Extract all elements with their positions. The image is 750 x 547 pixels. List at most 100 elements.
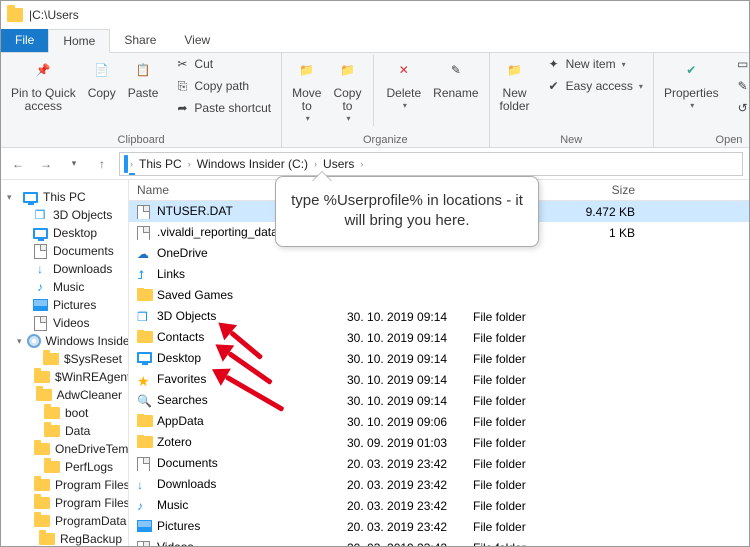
file-type: File folder <box>465 394 567 408</box>
history-button[interactable]: ↺History <box>731 99 750 119</box>
file-row[interactable]: Documents20. 03. 2019 23:42File folder <box>129 453 749 474</box>
file-row[interactable]: 🔍Searches30. 10. 2019 09:14File folder <box>129 390 749 411</box>
nav-item[interactable]: Videos <box>3 314 126 332</box>
copy-to-button[interactable]: 📁Copy to <box>329 55 365 126</box>
file-name: Desktop <box>157 351 201 365</box>
new-folder-button[interactable]: 📁New folder <box>496 55 534 115</box>
file-row[interactable]: Zotero30. 09. 2019 01:03File folder <box>129 432 749 453</box>
nav-item[interactable]: ♪Music <box>3 278 126 296</box>
nav-item[interactable]: Data <box>3 422 126 440</box>
file-icon <box>137 457 153 471</box>
back-button[interactable]: ← <box>7 153 29 175</box>
delete-button[interactable]: ✕Delete <box>382 55 425 126</box>
moveto-label: Move to <box>292 87 321 113</box>
nav-label: Program Files <box>55 496 129 510</box>
nav-item[interactable]: ProgramData <box>3 512 126 530</box>
download-icon: ↓ <box>137 478 153 492</box>
rename-button[interactable]: ✎Rename <box>429 55 482 126</box>
nav-item[interactable]: Documents <box>3 242 126 260</box>
drive-icon <box>124 157 128 171</box>
nav-item[interactable]: PerfLogs <box>3 458 126 476</box>
edit-button[interactable]: ✎Edit <box>731 77 750 97</box>
nav-item[interactable]: Pictures <box>3 296 126 314</box>
breadcrumb-box[interactable]: › This PC › Windows Insider (C:) › Users… <box>119 152 743 176</box>
col-size[interactable]: Size <box>567 183 643 197</box>
nav-item[interactable]: $WinREAgent <box>3 368 126 386</box>
tab-home[interactable]: Home <box>48 29 110 53</box>
link-icon: ⮥ <box>137 268 153 282</box>
nav-item[interactable]: Program Files <box>3 494 126 512</box>
recent-button[interactable]: ▾ <box>63 153 85 175</box>
file-name: Documents <box>157 456 218 470</box>
clipboard-group-label: Clipboard <box>7 134 275 146</box>
annotation-callout: type %Userprofile% in locations - it wil… <box>275 176 539 247</box>
nav-item[interactable]: Program Files <box>3 476 126 494</box>
nav-label: $WinREAgent <box>55 370 129 384</box>
easy-access-button[interactable]: ✔Easy access <box>542 77 647 97</box>
tab-view[interactable]: View <box>170 29 224 52</box>
copypath-label: Copy path <box>194 80 249 93</box>
tab-file[interactable]: File <box>1 29 48 52</box>
folder-icon <box>34 370 50 384</box>
cut-button[interactable]: ✂Cut <box>170 55 275 75</box>
file-name: Contacts <box>157 330 204 344</box>
nav-item[interactable]: ▾ This PC <box>3 188 126 206</box>
file-row[interactable]: ⮥Links <box>129 264 749 285</box>
tab-share[interactable]: Share <box>110 29 170 52</box>
new-item-button[interactable]: ✦New item <box>542 55 647 75</box>
music-icon: ♪ <box>137 499 153 513</box>
nav-item[interactable]: Desktop <box>3 224 126 242</box>
expand-icon[interactable]: ▾ <box>7 192 17 203</box>
paste-shortcut-button[interactable]: ➦ Paste shortcut <box>170 99 275 119</box>
properties-button[interactable]: ✔Properties <box>660 55 723 119</box>
chevron-right-icon[interactable]: › <box>360 159 363 169</box>
pasteshortcut-label: Paste shortcut <box>194 102 271 115</box>
file-name: Videos <box>157 540 193 546</box>
pin-quick-access-button[interactable]: 📌Pin to Quick access <box>7 55 80 119</box>
nav-pane[interactable]: ▾ This PC ❒3D ObjectsDesktopDocuments↓Down… <box>1 180 129 546</box>
file-row[interactable]: Saved Games <box>129 285 749 306</box>
newfolder-label: New folder <box>500 87 530 113</box>
file-row[interactable]: Pictures20. 03. 2019 23:42File folder <box>129 516 749 537</box>
nav-item[interactable]: $SysReset <box>3 350 126 368</box>
up-button[interactable]: ↑ <box>91 153 113 175</box>
open-button[interactable]: ▭Open <box>731 55 750 75</box>
nav-item[interactable]: RegBackup <box>3 530 126 546</box>
nav-item[interactable]: AdwCleaner <box>3 386 126 404</box>
file-row[interactable]: Videos20. 03. 2019 23:42File folder <box>129 537 749 546</box>
nav-item[interactable]: OneDriveTem <box>3 440 126 458</box>
shortcut-icon: ➦ <box>174 101 190 117</box>
search-icon: 🔍 <box>137 394 153 408</box>
copy-path-button[interactable]: ⎘Copy path <box>170 77 275 97</box>
nav-item[interactable]: ❒3D Objects <box>3 206 126 224</box>
monitor-icon <box>32 226 48 240</box>
crumb-0[interactable]: This PC <box>135 155 186 173</box>
move-to-button[interactable]: 📁Move to <box>288 55 325 126</box>
file-row[interactable]: AppData30. 10. 2019 09:06File folder <box>129 411 749 432</box>
file-date: 30. 09. 2019 01:03 <box>339 436 465 450</box>
history-icon: ↺ <box>735 101 750 117</box>
nav-item[interactable]: boot <box>3 404 126 422</box>
nav-label: This PC <box>43 190 86 204</box>
file-row[interactable]: ♪Music20. 03. 2019 23:42File folder <box>129 495 749 516</box>
folder-icon <box>44 460 60 474</box>
cloud-icon: ☁ <box>137 247 153 261</box>
chevron-right-icon[interactable]: › <box>188 159 191 169</box>
nav-label: PerfLogs <box>65 460 113 474</box>
file-row[interactable]: ↓Downloads20. 03. 2019 23:42File folder <box>129 474 749 495</box>
forward-button[interactable]: → <box>35 153 57 175</box>
nav-item[interactable]: ↓Downloads <box>3 260 126 278</box>
crumb-3[interactable] <box>365 162 373 166</box>
title-bar[interactable]: | C:\Users <box>1 1 749 29</box>
box-icon: ❒ <box>137 310 153 324</box>
file-date: 20. 03. 2019 23:42 <box>339 499 465 513</box>
crumb-1[interactable]: Windows Insider (C:) <box>193 155 312 173</box>
paste-button[interactable]: 📋Paste <box>124 55 163 119</box>
folder-icon <box>34 442 50 456</box>
chevron-right-icon[interactable]: › <box>130 159 133 169</box>
copy-button[interactable]: 📄Copy <box>84 55 120 119</box>
file-size: 1 KB <box>567 226 643 240</box>
nav-item[interactable]: ▾Windows Inside <box>3 332 126 350</box>
nav-label: Videos <box>53 316 89 330</box>
expand-icon[interactable]: ▾ <box>17 336 22 347</box>
